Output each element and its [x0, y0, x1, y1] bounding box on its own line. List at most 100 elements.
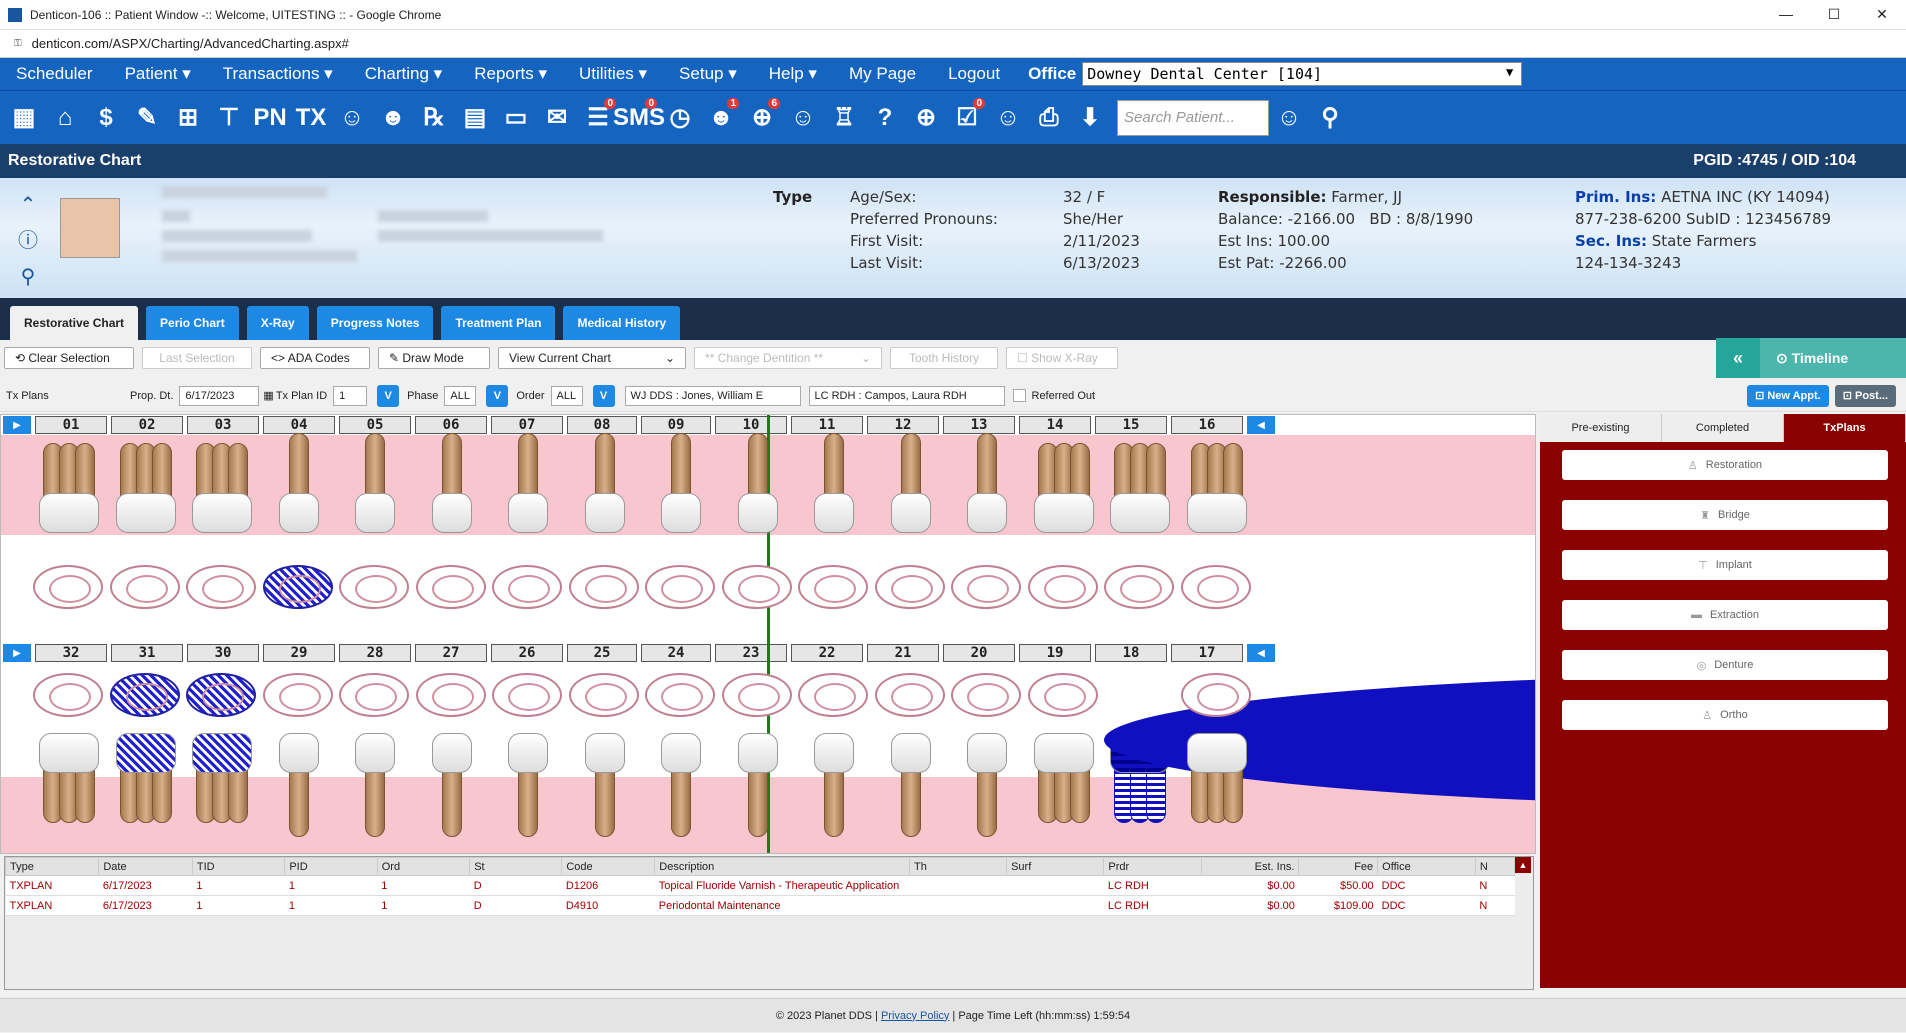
upper-tooth[interactable] — [722, 433, 794, 533]
column-header[interactable]: N — [1474, 857, 1516, 876]
hygienist-select[interactable]: LC RDH : Campos, Laura RDH — [808, 385, 1005, 406]
provider-select[interactable]: WJ DDS : Jones, William E — [624, 385, 801, 406]
post-button[interactable]: ⊡ Post... — [1834, 384, 1896, 407]
tooth-number[interactable]: 21 — [867, 644, 939, 662]
tooth-number[interactable]: 01 — [35, 416, 107, 434]
menu-transactions[interactable]: Transactions ▾ — [207, 64, 349, 84]
tooth-history-button[interactable]: Tooth History — [890, 347, 998, 369]
tooth-icon[interactable]: ♖ — [824, 98, 864, 138]
tooth-number[interactable]: 30 — [187, 644, 259, 662]
tooth-surface-diagram[interactable] — [721, 565, 792, 609]
tab-completed[interactable]: Completed — [1662, 414, 1784, 442]
tab-treatment-plan[interactable]: Treatment Plan — [441, 306, 556, 340]
tooth-number[interactable]: 05 — [339, 416, 411, 434]
tooth-surface-diagram[interactable] — [262, 565, 333, 609]
info-icon[interactable]: ⓘ — [14, 222, 42, 258]
draw-mode-button[interactable]: ✎ Draw Mode — [378, 347, 490, 369]
menu-scheduler[interactable]: Scheduler — [0, 64, 109, 84]
lower-tooth[interactable] — [33, 733, 105, 843]
tooth-number[interactable]: 06 — [415, 416, 487, 434]
column-header[interactable]: TID — [191, 857, 286, 876]
tooth-number[interactable]: 29 — [263, 644, 335, 662]
menu-logout[interactable]: Logout — [932, 64, 1016, 84]
tooth-surface-diagram[interactable] — [33, 565, 103, 609]
note-icon[interactable]: ▤ — [455, 98, 495, 138]
tooth-number[interactable]: 17 — [1171, 644, 1243, 662]
column-header[interactable]: Fee — [1298, 857, 1379, 876]
calendar-icon[interactable]: ▦ — [4, 98, 44, 138]
tooth-surface-diagram[interactable] — [1180, 673, 1251, 717]
upper-tooth[interactable] — [33, 443, 105, 533]
minimize-icon[interactable]: — — [1762, 6, 1810, 23]
column-header[interactable]: Th — [909, 857, 1008, 876]
tab-medical-history[interactable]: Medical History — [563, 306, 681, 340]
tooth-surface-diagram[interactable] — [951, 565, 1021, 609]
tooth-surface-diagram[interactable] — [874, 565, 945, 609]
collapse-grid-icon[interactable]: ▲ — [1515, 857, 1531, 873]
office-select[interactable]: Downey Dental Center [104] ▼ — [1082, 62, 1523, 86]
implant-button[interactable]: ⊤ Implant — [1562, 550, 1888, 580]
scroll-right-icon[interactable]: ▶ — [3, 644, 31, 662]
tooth-surface-diagram[interactable] — [415, 565, 486, 609]
column-header[interactable]: Est. Ins. — [1200, 857, 1300, 876]
bridge-button[interactable]: ♜ Bridge — [1562, 500, 1888, 530]
tooth-number[interactable]: 22 — [791, 644, 863, 662]
tooth-surface-diagram[interactable] — [1104, 565, 1174, 609]
tooth-surface-diagram[interactable] — [645, 565, 715, 609]
calendar-icon[interactable]: ▦ — [263, 389, 273, 402]
upper-tooth[interactable] — [110, 443, 182, 533]
tooth-number[interactable]: 27 — [415, 644, 487, 662]
lower-tooth[interactable] — [951, 733, 1023, 843]
column-header[interactable]: Office — [1377, 857, 1476, 876]
tooth-surface-diagram[interactable] — [568, 673, 639, 717]
alert-person-icon[interactable]: ☻ 1 — [701, 97, 741, 138]
tooth-number[interactable]: 23 — [715, 644, 787, 662]
referred-out-checkbox[interactable] — [1012, 389, 1026, 402]
email-icon[interactable]: ✉ — [537, 98, 577, 138]
tx-plan-id-dropdown-button[interactable]: V — [377, 384, 400, 407]
tab-progress-notes[interactable]: Progress Notes — [316, 306, 434, 340]
table-row[interactable]: TXPLAN 6/17/2023 1 1 1 D D1206 Topical Fluoride… — [5, 875, 1515, 896]
tooth-surface-diagram[interactable] — [186, 565, 256, 609]
lower-tooth[interactable] — [798, 733, 870, 843]
upper-tooth[interactable] — [798, 433, 870, 533]
upper-tooth[interactable] — [569, 433, 641, 533]
menu-patient[interactable]: Patient ▾ — [109, 64, 207, 84]
lower-tooth[interactable] — [263, 733, 335, 843]
ada-codes-button[interactable]: <> ADA Codes — [260, 347, 370, 369]
globe-icon[interactable]: ⊕ — [906, 98, 946, 138]
column-header[interactable]: Description — [654, 857, 911, 876]
upper-tooth[interactable] — [1104, 443, 1176, 533]
tooth-number[interactable]: 16 — [1171, 416, 1243, 434]
column-header[interactable]: St — [469, 857, 563, 876]
scroll-right-icon[interactable]: ▶ — [3, 416, 31, 434]
view-chart-select[interactable]: View Current Chart ⌄ — [498, 347, 686, 369]
prop-date-input[interactable]: 6/17/2023 — [179, 385, 260, 406]
upper-tooth[interactable] — [645, 433, 717, 533]
double-chevron-left-icon[interactable]: « — [1716, 338, 1760, 378]
tooth-surface-diagram[interactable] — [874, 673, 945, 717]
menu-my-page[interactable]: My Page — [833, 64, 932, 84]
tooth-number[interactable]: 04 — [263, 416, 335, 434]
pn-icon[interactable]: PN — [250, 98, 290, 138]
tx-icon[interactable]: TX — [291, 98, 331, 138]
menu-help[interactable]: Help ▾ — [753, 64, 833, 84]
lower-tooth[interactable] — [1181, 733, 1253, 843]
tooth-number[interactable]: 32 — [35, 644, 107, 662]
phase-input[interactable]: ALL — [444, 385, 477, 406]
tooth-surface-diagram[interactable] — [1027, 673, 1098, 717]
column-header[interactable]: PID — [284, 857, 378, 876]
upper-tooth[interactable] — [951, 433, 1023, 533]
lower-tooth[interactable] — [1028, 733, 1100, 843]
address-bar[interactable]: ⚿ denticon.com/ASPX/Charting/AdvancedCha… — [0, 30, 1906, 58]
clock-icon[interactable]: ◷ — [660, 98, 700, 138]
tooth-surface-diagram[interactable] — [568, 565, 639, 609]
privacy-policy-link[interactable]: Privacy Policy — [881, 1010, 949, 1022]
download-icon[interactable]: ⬇ — [1070, 98, 1110, 138]
upper-tooth[interactable] — [263, 433, 335, 533]
tooth-chart-icon[interactable]: ⊞ — [168, 98, 208, 138]
tooth-surface-diagram[interactable] — [33, 673, 103, 717]
menu-setup[interactable]: Setup ▾ — [663, 64, 753, 84]
restoration-button[interactable]: ♙ Restoration — [1562, 450, 1888, 480]
tooth-number[interactable]: 18 — [1095, 644, 1167, 662]
